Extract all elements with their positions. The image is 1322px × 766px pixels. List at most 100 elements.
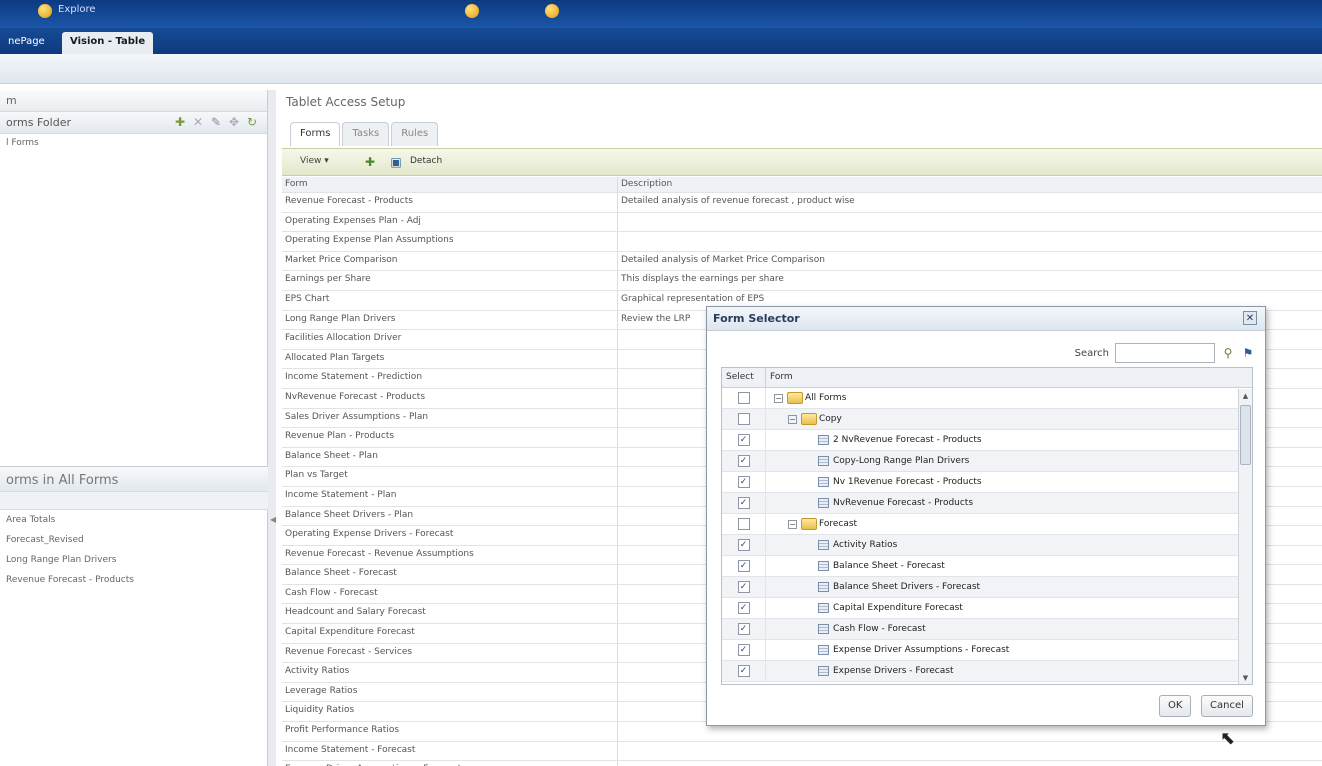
search-options-icon[interactable]: ⚑ <box>1241 346 1255 360</box>
cancel-button[interactable]: Cancel <box>1201 695 1253 717</box>
cell-form: Earnings per Share <box>282 271 618 290</box>
list-item[interactable]: − Copy <box>722 409 1252 430</box>
dialog-title-bar: Form Selector ✕ <box>707 307 1265 331</box>
select-checkbox[interactable]: ✓ <box>737 539 750 551</box>
view-menu-button[interactable]: View ▾ <box>300 156 329 166</box>
form-icon <box>818 666 829 676</box>
collapse-icon[interactable]: − <box>788 414 797 424</box>
collapse-icon[interactable]: − <box>774 393 783 403</box>
select-cell: ✓ <box>722 451 766 471</box>
select-checkbox[interactable]: ✓ <box>737 476 750 488</box>
app-logo-icon <box>38 4 52 18</box>
toolbar-orb-icon[interactable] <box>465 4 479 18</box>
list-item[interactable]: ✓ 2 NvRevenue Forecast - Products <box>722 430 1252 451</box>
select-checkbox[interactable]: ✓ <box>737 623 750 635</box>
move-folder-icon[interactable]: ✥ <box>227 115 241 129</box>
detach-button[interactable]: Detach <box>410 156 442 166</box>
form-cell: Copy-Long Range Plan Drivers <box>766 451 1252 471</box>
select-cell: ✓ <box>722 598 766 618</box>
search-icon[interactable]: ⚲ <box>1221 346 1235 360</box>
tab-forms[interactable]: Forms <box>290 122 341 146</box>
delete-folder-icon[interactable]: ✕ <box>191 115 205 129</box>
list-item[interactable]: ✓ Copy-Long Range Plan Drivers <box>722 451 1252 472</box>
list-item[interactable]: Forecast_Revised <box>0 532 268 552</box>
list-item[interactable]: − All Forms <box>722 388 1252 409</box>
list-item[interactable]: ✓ Nv 1Revenue Forecast - Products <box>722 472 1252 493</box>
table-row[interactable]: Market Price Comparison Detailed analysis… <box>282 251 1322 272</box>
select-checkbox[interactable] <box>737 413 750 425</box>
cell-form: Income Statement - Prediction <box>282 369 618 388</box>
cell-form: Activity Ratios <box>282 663 618 682</box>
select-checkbox[interactable]: ✓ <box>737 644 750 656</box>
forms-list-column-header <box>0 492 268 510</box>
collapse-icon[interactable]: − <box>788 519 797 529</box>
table-row[interactable]: Expense Driver Assumptions - Forecast <box>282 761 1322 766</box>
app-top-bar: Explore <box>0 0 1322 28</box>
cell-description: Detailed analysis of revenue forecast , … <box>621 196 855 206</box>
explore-link[interactable]: Explore <box>58 4 96 15</box>
cell-form: Market Price Comparison <box>282 251 618 271</box>
table-row[interactable]: Income Statement - Forecast <box>282 741 1322 762</box>
vertical-scrollbar[interactable]: ▲ ▼ <box>1238 389 1252 684</box>
select-checkbox[interactable]: ✓ <box>737 497 750 509</box>
collapse-arrow-icon[interactable]: ◀ <box>270 515 276 524</box>
list-item[interactable]: Long Range Plan Drivers <box>0 552 268 572</box>
form-label: 2 NvRevenue Forecast - Products <box>833 435 982 445</box>
list-item[interactable]: ✓ NvRevenue Forecast - Products <box>722 493 1252 514</box>
table-row[interactable]: Operating Expenses Plan - Adj <box>282 212 1322 233</box>
assign-forms-icon[interactable]: ✚ <box>362 154 378 170</box>
column-header-form[interactable]: Form <box>282 177 618 192</box>
panel-splitter[interactable]: ◀ <box>268 90 276 766</box>
cell-form: Revenue Forecast - Revenue Assumptions <box>282 545 618 565</box>
close-icon[interactable]: ✕ <box>1243 311 1257 325</box>
list-item[interactable]: ✓ Expense Drivers - Forecast <box>722 661 1252 682</box>
cell-form: Leverage Ratios <box>282 682 618 702</box>
list-item[interactable]: ✓ Cash Flow - Forecast <box>722 619 1252 640</box>
tab-tasks[interactable]: Tasks <box>342 122 390 146</box>
add-folder-icon[interactable]: ✚ <box>173 115 187 129</box>
list-item[interactable]: ✓ Balance Sheet - Forecast <box>722 556 1252 577</box>
select-checkbox[interactable]: ✓ <box>737 602 750 614</box>
form-selector-dialog: Form Selector ✕ Search ⚲ ⚑ Select Form −… <box>706 306 1266 726</box>
scroll-up-icon[interactable]: ▲ <box>1239 389 1252 403</box>
form-cell: Activity Ratios <box>766 535 1252 555</box>
table-row[interactable]: Revenue Forecast - Products Detailed anal… <box>282 193 1322 213</box>
list-item[interactable]: ✓ Activity Ratios <box>722 535 1252 556</box>
tab-homepage[interactable]: nePage <box>0 32 53 54</box>
scrollbar-thumb[interactable] <box>1240 405 1251 465</box>
form-icon <box>818 477 829 487</box>
search-input[interactable] <box>1115 343 1215 363</box>
form-cell: Expense Drivers - Forecast <box>766 661 1252 681</box>
folder-icon <box>787 392 803 404</box>
select-checkbox[interactable]: ✓ <box>737 434 750 446</box>
select-checkbox[interactable]: ✓ <box>737 455 750 467</box>
select-cell: ✓ <box>722 577 766 597</box>
tab-rules[interactable]: Rules <box>391 122 439 146</box>
list-item[interactable]: ✓ Capital Expenditure Forecast <box>722 598 1252 619</box>
tab-vision-table[interactable]: Vision - Table <box>62 32 154 54</box>
list-item[interactable]: ✓ Expense Driver Assumptions - Forecast <box>722 640 1252 661</box>
tree-item-all-forms[interactable]: l Forms <box>0 134 267 152</box>
cell-form: Liquidity Ratios <box>282 702 618 722</box>
column-header-description[interactable]: Description <box>618 177 1322 192</box>
detach-icon[interactable]: ▣ <box>388 154 404 170</box>
ok-button[interactable]: OK <box>1159 695 1192 717</box>
list-item[interactable]: Revenue Forecast - Products <box>0 572 268 592</box>
select-checkbox[interactable]: ✓ <box>737 665 750 677</box>
table-row[interactable]: Earnings per Share This displays the earn… <box>282 271 1322 291</box>
grid-toolbar: View ▾ ✚ ▣ Detach <box>282 148 1322 176</box>
scroll-down-icon[interactable]: ▼ <box>1239 671 1252 684</box>
rename-folder-icon[interactable]: ✎ <box>209 115 223 129</box>
list-item[interactable]: Area Totals <box>0 512 268 532</box>
list-item[interactable]: − Forecast <box>722 514 1252 535</box>
select-checkbox[interactable]: ✓ <box>737 581 750 593</box>
main-tabs: Forms Tasks Rules <box>290 122 440 146</box>
toolbar-orb-icon-2[interactable] <box>545 4 559 18</box>
select-checkbox[interactable] <box>737 518 750 530</box>
refresh-folder-icon[interactable]: ↻ <box>245 115 259 129</box>
select-checkbox[interactable] <box>737 392 750 404</box>
list-item[interactable]: ✓ Balance Sheet Drivers - Forecast <box>722 577 1252 598</box>
table-row[interactable]: Operating Expense Plan Assumptions <box>282 232 1322 252</box>
form-cell: − Forecast <box>766 514 1252 534</box>
select-checkbox[interactable]: ✓ <box>737 560 750 572</box>
